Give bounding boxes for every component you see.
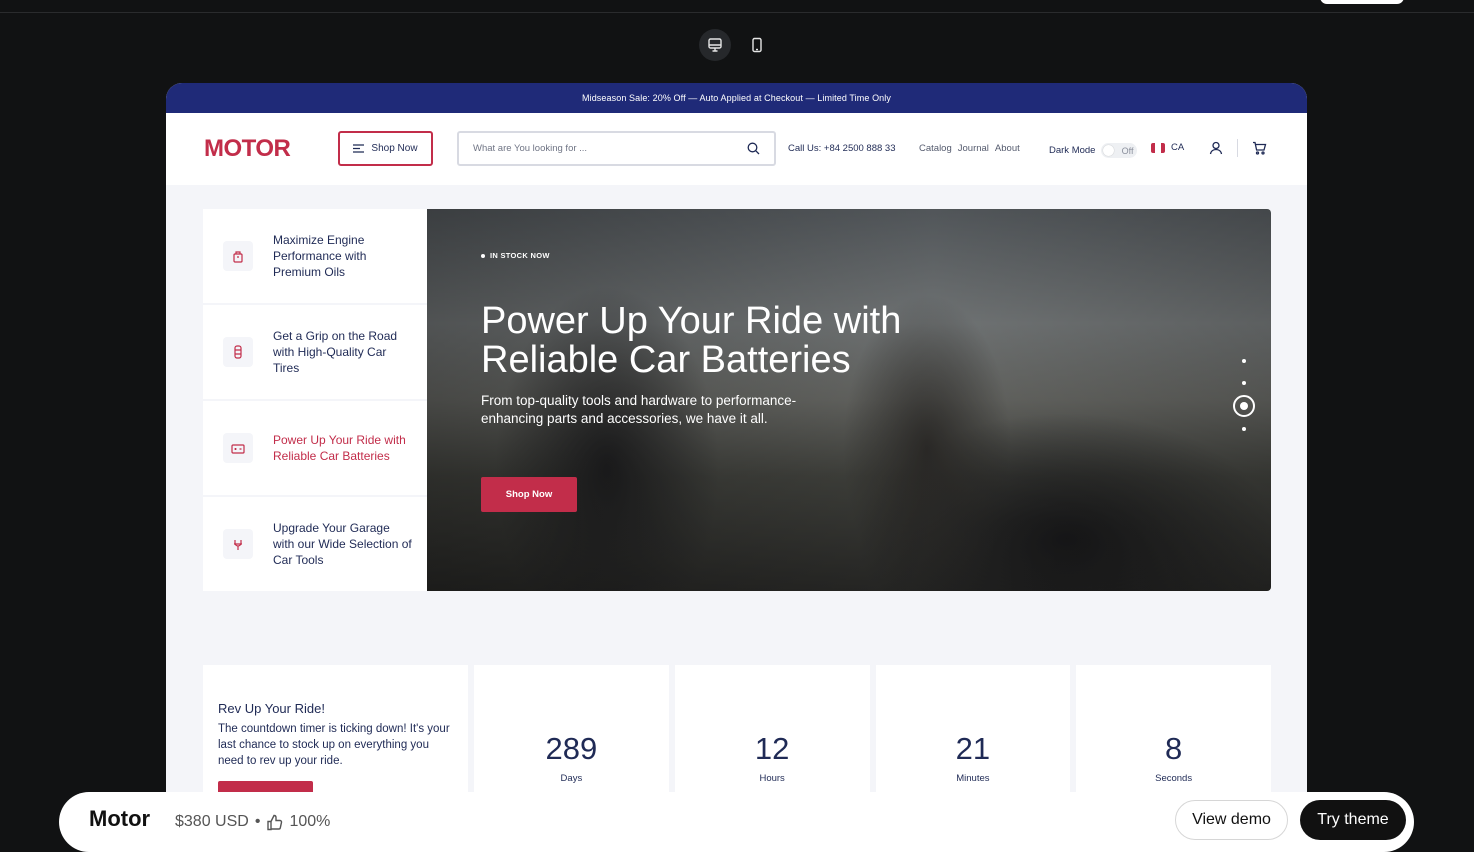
search-input[interactable]: What are You looking for ... <box>457 131 776 166</box>
tire-icon <box>223 337 253 367</box>
stock-badge-label: IN STOCK NOW <box>490 251 550 260</box>
nav-about[interactable]: About <box>995 143 1020 154</box>
locale-selector[interactable]: CA <box>1151 142 1184 153</box>
try-theme-button[interactable]: Try theme <box>1300 800 1406 840</box>
mobile-icon <box>752 37 762 53</box>
account-icon[interactable] <box>1209 141 1223 155</box>
mobile-view-button[interactable] <box>741 29 773 61</box>
countdown-value: 12 <box>754 731 790 766</box>
countdown-value: 21 <box>955 731 991 766</box>
hero-banner: IN STOCK NOW Power Up Your Ride with Rel… <box>427 209 1271 591</box>
countdown-title: Rev Up Your Ride! <box>218 701 325 716</box>
slide-dot-2[interactable] <box>1242 381 1246 385</box>
hero-title: Power Up Your Ride with Reliable Car Bat… <box>481 300 902 381</box>
nav-journal[interactable]: Journal <box>958 143 989 154</box>
badge-dot <box>481 253 485 258</box>
menu-icon <box>353 144 365 153</box>
category-sidebar: Maximize Engine Performance with Premium… <box>203 209 427 591</box>
dark-mode-control: Dark Mode Off <box>1049 143 1138 158</box>
main-nav: Catalog Journal About <box>919 143 1020 154</box>
desktop-view-button[interactable] <box>699 29 731 61</box>
battery-icon <box>223 433 253 463</box>
theme-rating: 100% <box>289 813 331 830</box>
tool-icon <box>223 529 253 559</box>
theme-bottom-bar: Motor $380 USD • 100% View demo Try them… <box>59 792 1414 852</box>
site-header: MOTOR Shop Now What are You looking for … <box>166 113 1307 185</box>
sidebar-item-label: Maximize Engine Performance with Premium… <box>273 233 367 279</box>
top-button-edge[interactable] <box>1320 0 1404 4</box>
sidebar-item-label: Get a Grip on the Road with High-Quality… <box>273 329 398 375</box>
countdown-value: 8 <box>1165 731 1183 766</box>
countdown-label: Days <box>560 773 583 784</box>
header-divider <box>1237 139 1238 157</box>
theme-name: Motor <box>89 806 151 831</box>
hero-content: IN STOCK NOW Power Up Your Ride with Rel… <box>481 251 951 512</box>
countdown-text: The countdown timer is ticking down! It'… <box>218 723 450 767</box>
shop-now-label: Shop Now <box>371 143 418 154</box>
announcement-bar: Midseason Sale: 20% Off — Auto Applied a… <box>166 83 1307 113</box>
countdown-label: Hours <box>759 773 785 784</box>
locale-code: CA <box>1171 142 1185 153</box>
header-icons <box>1209 139 1267 157</box>
meta-separator: • <box>254 813 261 830</box>
sidebar-item-tires[interactable]: Get a Grip on the Road with High-Quality… <box>203 305 427 399</box>
device-switcher <box>699 29 773 61</box>
search-placeholder: What are You looking for ... <box>473 143 588 154</box>
nav-catalog[interactable]: Catalog <box>919 143 952 154</box>
menu-shop-now-button[interactable]: Shop Now <box>338 131 433 166</box>
hero-section: Maximize Engine Performance with Premium… <box>203 209 1271 591</box>
dark-mode-toggle[interactable]: Off <box>1101 143 1138 158</box>
countdown-value: 289 <box>545 731 598 766</box>
call-us-label: Call Us: <box>788 143 822 154</box>
call-us-number: +84 2500 888 33 <box>823 143 896 154</box>
theme-meta: $380 USD • 100% <box>175 813 330 831</box>
oil-can-icon <box>223 241 253 271</box>
sidebar-item-oils[interactable]: Maximize Engine Performance with Premium… <box>203 209 427 303</box>
thumbs-up-icon <box>267 814 283 830</box>
hero-shop-now-button[interactable]: Shop Now <box>481 477 577 512</box>
dark-mode-label: Dark Mode <box>1049 145 1096 156</box>
countdown-label: Seconds <box>1155 773 1193 784</box>
view-demo-button[interactable]: View demo <box>1175 800 1288 840</box>
canada-flag-icon <box>1151 142 1165 153</box>
sidebar-item-tools[interactable]: Upgrade Your Garage with our Wide Select… <box>203 497 427 591</box>
sidebar-item-batteries[interactable]: Power Up Your Ride with Reliable Car Bat… <box>203 401 427 495</box>
slider-dots <box>1233 359 1255 431</box>
slide-dot-4[interactable] <box>1242 427 1246 431</box>
top-toolbar-edge <box>0 0 1474 13</box>
slide-dot-3-active[interactable] <box>1233 395 1255 417</box>
call-us[interactable]: Call Us: +84 2500 888 33 <box>788 143 896 154</box>
countdown-label: Minutes <box>956 773 990 784</box>
sidebar-item-label: Power Up Your Ride with Reliable Car Bat… <box>273 433 406 463</box>
slide-dot-1[interactable] <box>1242 359 1246 363</box>
theme-price: $380 USD <box>175 813 249 830</box>
search-icon[interactable] <box>747 142 760 155</box>
site-logo[interactable]: MOTOR <box>204 135 291 163</box>
dark-mode-state: Off <box>1121 145 1134 156</box>
stock-badge: IN STOCK NOW <box>481 251 951 260</box>
hero-subtitle: From top-quality tools and hardware to p… <box>481 393 797 426</box>
cart-icon[interactable] <box>1252 141 1267 155</box>
theme-preview-frame: Midseason Sale: 20% Off — Auto Applied a… <box>166 83 1307 843</box>
desktop-icon <box>708 38 722 52</box>
sidebar-item-label: Upgrade Your Garage with our Wide Select… <box>273 521 412 567</box>
